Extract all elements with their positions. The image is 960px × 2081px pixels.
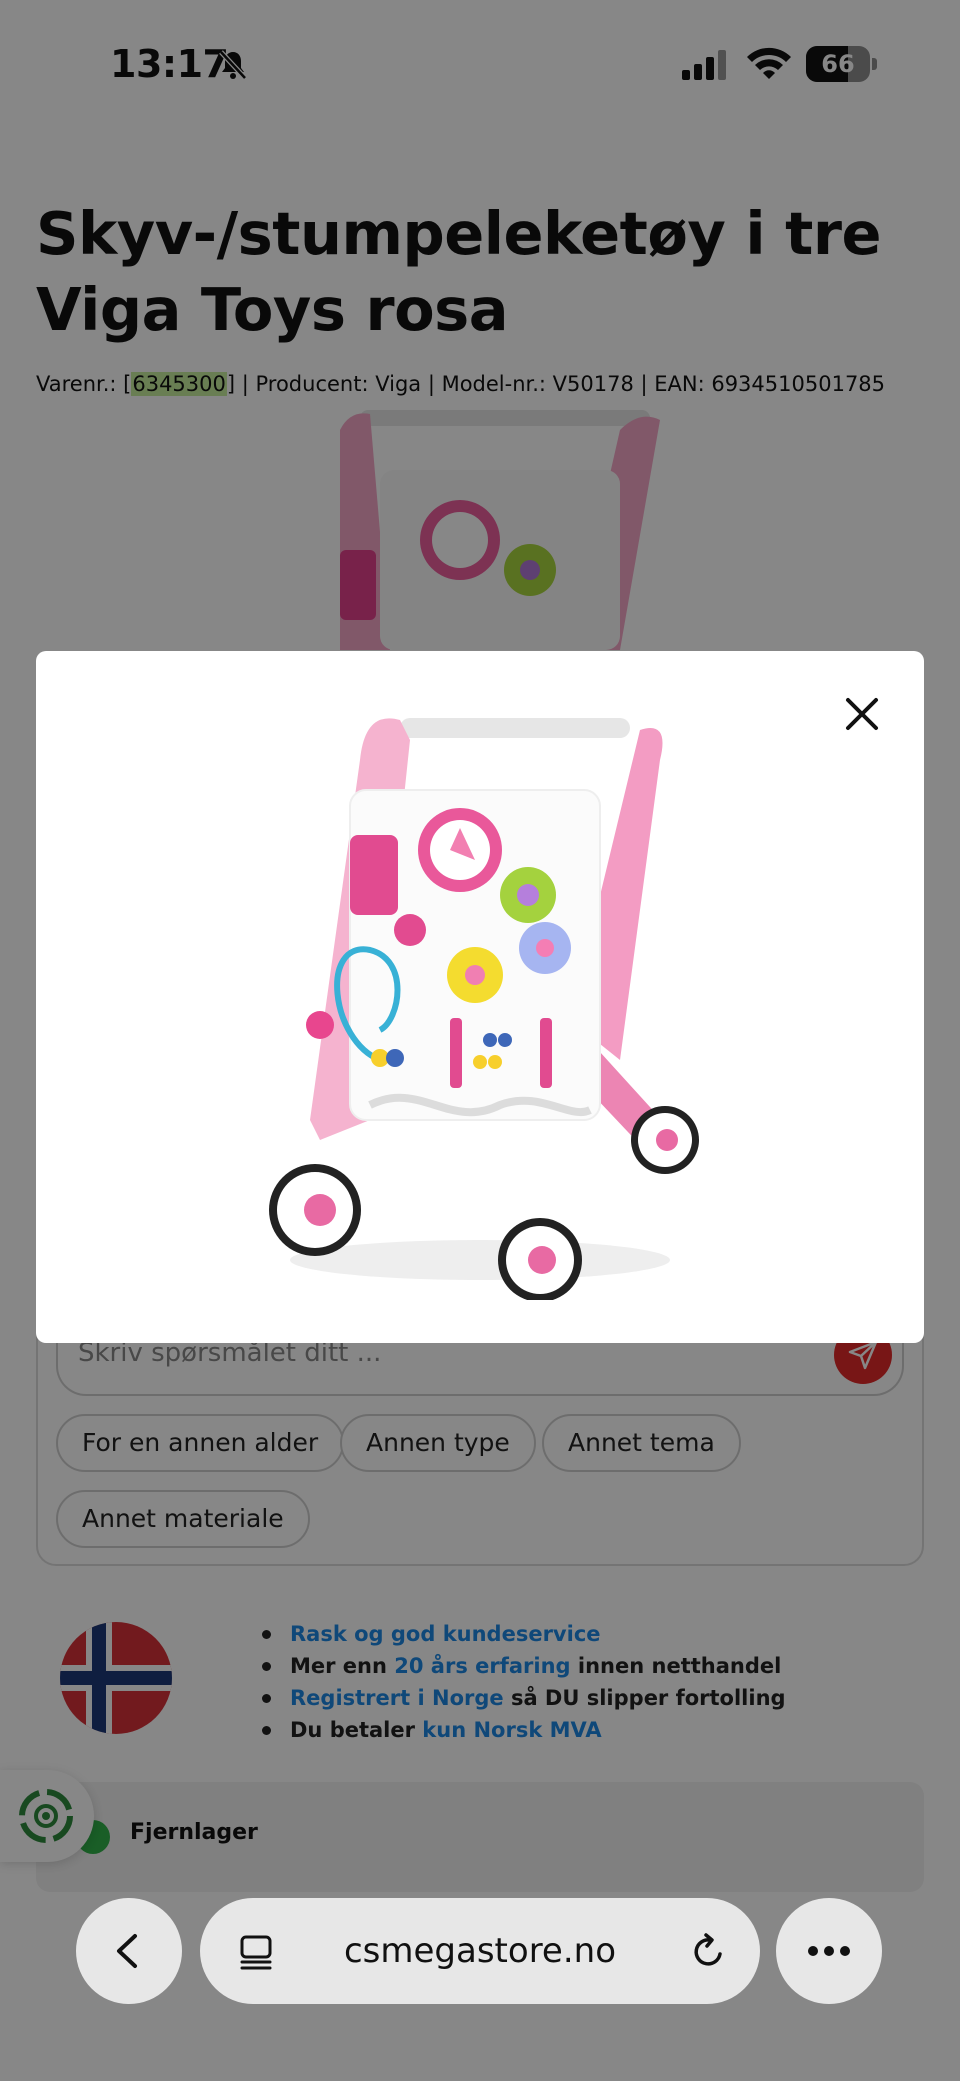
more-button[interactable] bbox=[776, 1898, 882, 2004]
address-bar[interactable]: csmegastore.no bbox=[200, 1898, 760, 2004]
back-button[interactable] bbox=[76, 1898, 182, 2004]
page: 13:17 66 Skyv-/stumpeleketøy i tre Viga … bbox=[0, 0, 960, 2081]
close-icon[interactable] bbox=[842, 694, 882, 734]
chevron-left-icon bbox=[117, 1934, 137, 1968]
more-dots-icon bbox=[808, 1946, 850, 1956]
reload-icon[interactable] bbox=[688, 1932, 728, 1972]
product-image-enlarged bbox=[269, 718, 699, 1300]
url-text: csmegastore.no bbox=[343, 1931, 617, 1971]
